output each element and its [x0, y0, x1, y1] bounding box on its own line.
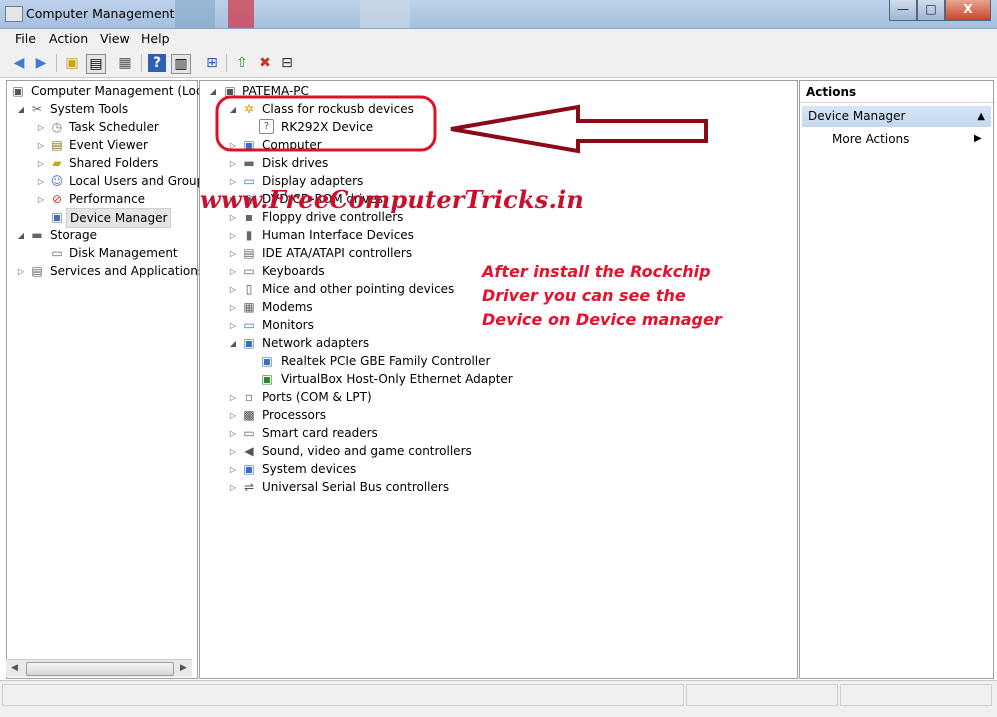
- annotation-overlay: [215, 95, 708, 154]
- pointer-arrow: [450, 104, 708, 154]
- watermark: www.FreeComputerTricks.in: [200, 185, 585, 214]
- highlight-circle: [215, 95, 437, 152]
- annotation-note: After install the Rockchip Driver you ca…: [482, 260, 722, 332]
- note-line-1: After install the Rockchip: [482, 262, 711, 281]
- note-line-3: Device on Device manager: [482, 310, 722, 329]
- note-line-2: Driver you can see the: [482, 286, 686, 305]
